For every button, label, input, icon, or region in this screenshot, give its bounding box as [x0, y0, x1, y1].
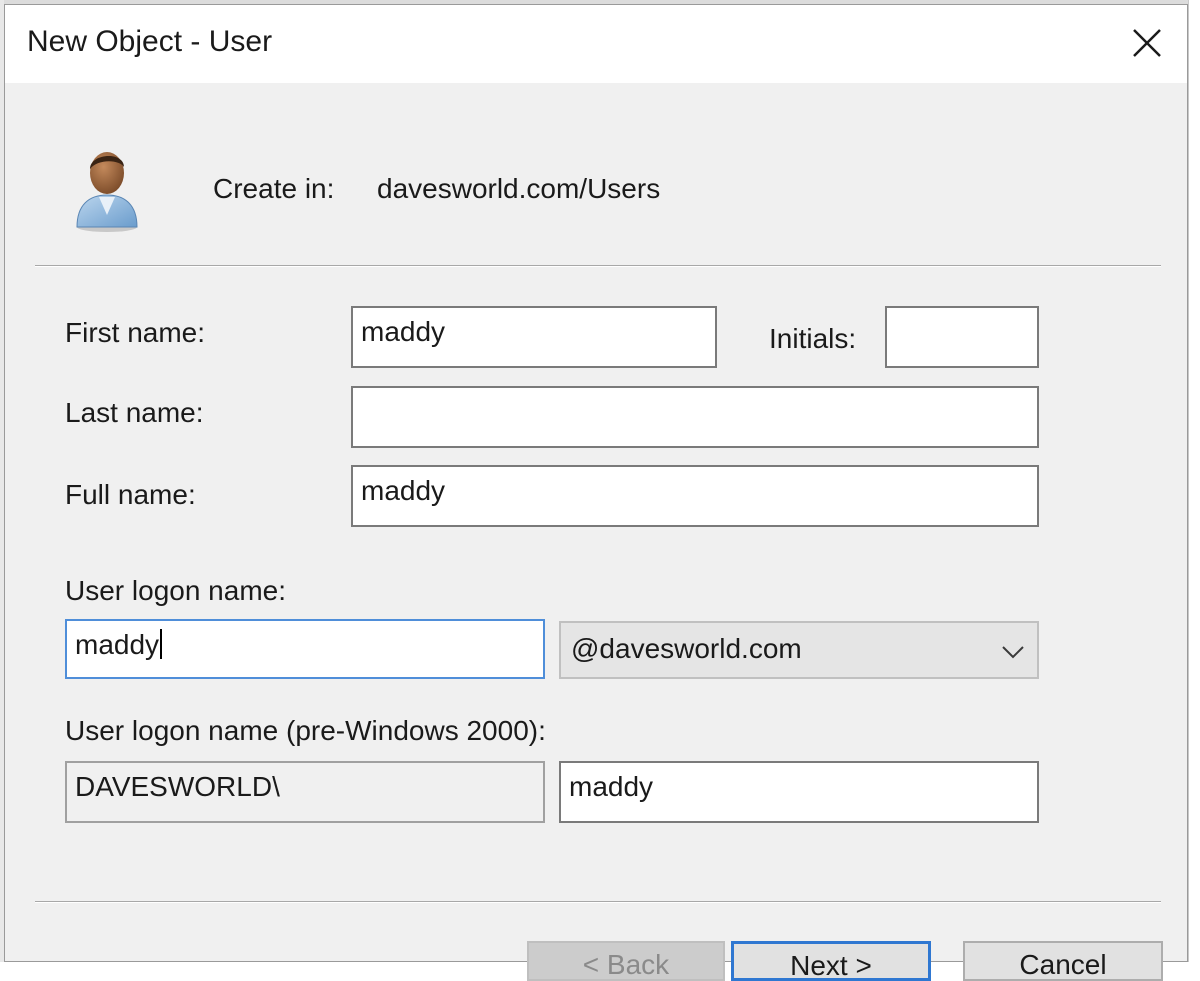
pre-windows-2000-domain: DAVESWORLD\ [65, 761, 545, 823]
last-name-label: Last name: [65, 397, 204, 428]
next-button[interactable]: Next > [731, 941, 931, 981]
user-logon-name-label: User logon name: [65, 575, 287, 606]
pre-windows-2000-name-field[interactable]: maddy [559, 761, 1039, 823]
dialog-title: New Object - User [27, 25, 273, 58]
initials-label: Initials: [769, 323, 857, 354]
initials-field[interactable] [885, 306, 1039, 368]
new-object-user-dialog: New Object - User Create in: davesworld.… [4, 4, 1188, 981]
upn-suffix-dropdown[interactable]: @davesworld.com [559, 621, 1039, 679]
top-separator [35, 265, 1161, 267]
close-icon [1133, 29, 1161, 57]
create-in-label: Create in: [213, 173, 335, 204]
last-name-field[interactable] [351, 386, 1039, 448]
close-button[interactable] [1115, 13, 1179, 73]
chevron-down-icon [1002, 646, 1024, 659]
upn-suffix-selected: @davesworld.com [571, 633, 802, 664]
bottom-separator [35, 901, 1161, 903]
full-name-field[interactable]: maddy [351, 465, 1039, 527]
back-button[interactable]: < Back [527, 941, 725, 981]
text-caret [160, 629, 163, 659]
cancel-button[interactable]: Cancel [963, 941, 1163, 981]
first-name-label: First name: [65, 317, 206, 348]
user-logon-name-field[interactable]: maddy [65, 619, 545, 679]
title-bar: New Object - User [5, 5, 1187, 83]
first-name-field[interactable]: maddy [351, 306, 717, 368]
background-window-edge-right [1188, 0, 1200, 962]
user-icon [76, 152, 138, 232]
pre-windows-2000-label: User logon name (pre-Windows 2000): [65, 715, 546, 746]
create-in-value: davesworld.com/Users [377, 173, 661, 204]
full-name-label: Full name: [65, 479, 196, 510]
user-logon-name-value: maddy [75, 629, 160, 660]
